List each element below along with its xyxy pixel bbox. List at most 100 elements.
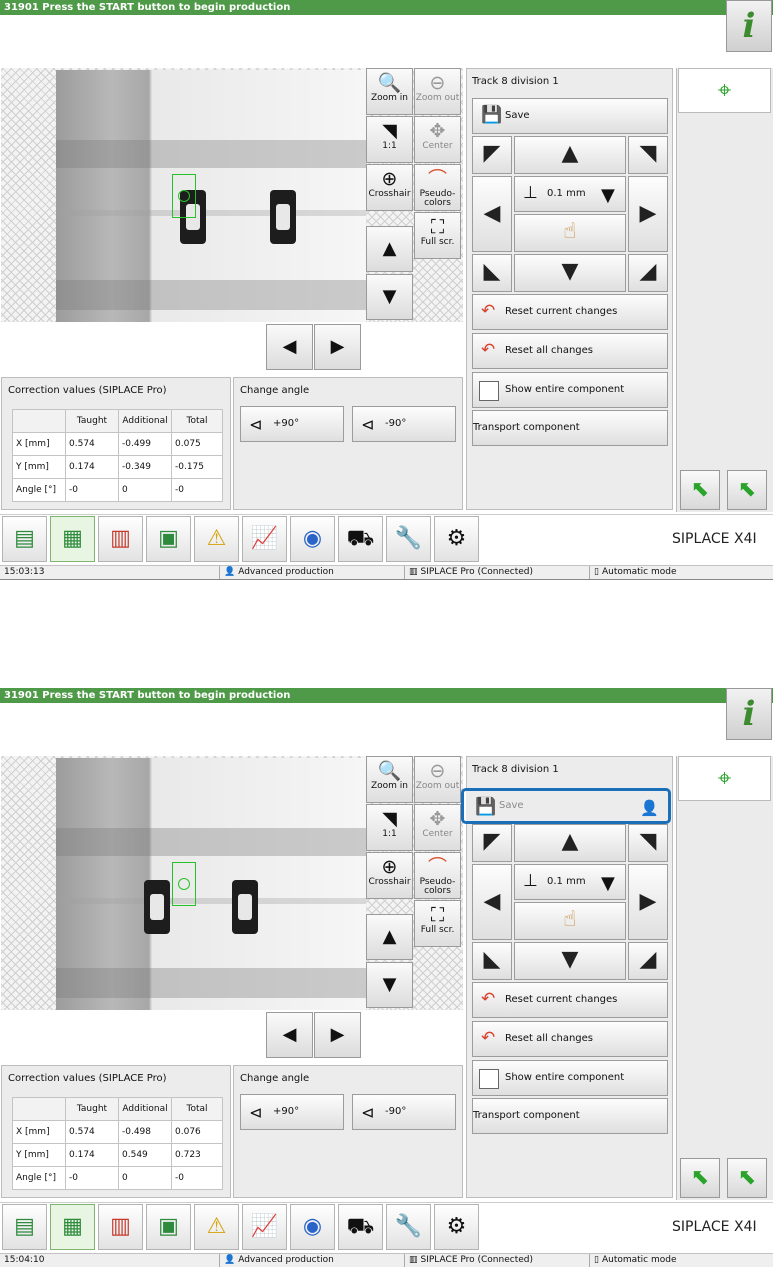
one-to-one-button[interactable]: ◥ 1:1 bbox=[366, 116, 413, 163]
rotate-minus-90-button[interactable]: ⊲ -90° bbox=[352, 1094, 456, 1130]
dock-statistics-button[interactable]: ▥ bbox=[98, 1204, 143, 1250]
dock-production-button[interactable]: ▤ bbox=[2, 1204, 47, 1250]
dock-settings-button[interactable]: ⚙ bbox=[434, 1204, 479, 1250]
pseudo-colors-button[interactable]: ⌒ Pseudo-colors bbox=[414, 164, 461, 211]
show-entire-component-toggle[interactable]: Show entire component bbox=[472, 372, 668, 408]
trend-chart-icon: 📈 bbox=[250, 1214, 279, 1239]
dock-feeder-button[interactable]: ⛟ bbox=[338, 516, 383, 562]
alignment-overlay[interactable] bbox=[172, 862, 196, 906]
correction-values-title: Correction values (SIPLACE Pro) bbox=[8, 385, 167, 396]
rotate-bottom-right-button[interactable]: ◢ bbox=[628, 254, 668, 292]
move-component-down-button[interactable]: ▼ bbox=[514, 254, 626, 292]
move-component-up-button[interactable]: ▲ bbox=[514, 824, 626, 862]
move-component-right-button[interactable]: ▶ bbox=[628, 864, 668, 940]
show-entire-component-toggle[interactable]: Show entire component bbox=[472, 1060, 668, 1096]
component-view-tab[interactable]: ⌖ bbox=[678, 68, 771, 113]
zoom-in-button[interactable]: 🔍 Zoom in bbox=[366, 756, 413, 803]
step-size-selector[interactable]: ⊥ 0.1 mm ▼ bbox=[514, 864, 626, 900]
move-component-right-button[interactable]: ▶ bbox=[628, 176, 668, 252]
center-button[interactable]: ✥ Center bbox=[414, 804, 461, 851]
rotate-bottom-left-button[interactable]: ◣ bbox=[472, 254, 512, 292]
move-right-button[interactable]: ▶ bbox=[314, 1012, 361, 1058]
rotate-bottom-left-button[interactable]: ◣ bbox=[472, 942, 512, 980]
save-button[interactable]: 💾 Save bbox=[472, 98, 668, 134]
reset-all-changes-button[interactable]: ↶ Reset all changes bbox=[472, 333, 668, 369]
full-screen-button[interactable]: ⛶ Full scr. bbox=[414, 900, 461, 947]
full-screen-icon: ⛶ bbox=[430, 904, 445, 926]
rotate-ccw-icon: ⊲ bbox=[249, 415, 263, 434]
rotate-top-right-button[interactable]: ◥ bbox=[628, 136, 668, 174]
dock-board-button[interactable]: ▣ bbox=[146, 1204, 191, 1250]
triangle-up-right-icon: ◣ bbox=[483, 259, 501, 284]
dock-trend-button[interactable]: 📈 bbox=[242, 1204, 287, 1250]
reset-current-changes-button[interactable]: ↶ Reset current changes bbox=[472, 294, 668, 330]
move-left-button[interactable]: ◀ bbox=[266, 324, 313, 370]
rotate-top-right-button[interactable]: ◥ bbox=[628, 824, 668, 862]
full-screen-button[interactable]: ⛶ Full scr. bbox=[414, 212, 461, 259]
dock-table-button[interactable]: ▦ bbox=[50, 516, 95, 562]
previous-page-button[interactable]: ⬉ bbox=[680, 1158, 720, 1198]
dock-settings-button[interactable]: ⚙ bbox=[434, 516, 479, 562]
move-component-down-button[interactable]: ▼ bbox=[514, 942, 626, 980]
dock-tools-button[interactable]: 🔧 bbox=[386, 516, 431, 562]
rainbow-icon: ⌒ bbox=[427, 168, 447, 190]
table-row: Angle [°] -0 0 -0 bbox=[12, 478, 223, 502]
move-right-x-icon: ▶ bbox=[639, 889, 657, 914]
crosshair-button[interactable]: ⊕ Crosshair bbox=[366, 164, 413, 211]
previous-all-button[interactable]: ⬉ bbox=[727, 1158, 767, 1198]
center-button[interactable]: ✥ Center bbox=[414, 116, 461, 163]
zoom-out-button[interactable]: ⊖ Zoom out bbox=[414, 756, 461, 803]
move-down-button[interactable]: ▼ bbox=[366, 274, 413, 320]
rotate-plus-90-button[interactable]: ⊲ +90° bbox=[240, 406, 344, 442]
info-button[interactable]: i bbox=[726, 688, 772, 740]
checkbox[interactable] bbox=[479, 1069, 499, 1089]
rotate-top-left-button[interactable]: ◤ bbox=[472, 824, 512, 862]
dock-production-button[interactable]: ▤ bbox=[2, 516, 47, 562]
zoom-out-button[interactable]: ⊖ Zoom out bbox=[414, 68, 461, 115]
move-component-left-button[interactable]: ◀ bbox=[472, 176, 512, 252]
info-button[interactable]: i bbox=[726, 0, 772, 52]
rotate-top-left-button[interactable]: ◤ bbox=[472, 136, 512, 174]
transport-component-button[interactable]: Transport component bbox=[472, 1098, 668, 1134]
dock-statistics-button[interactable]: ▥ bbox=[98, 516, 143, 562]
step-size-selector[interactable]: ⊥ 0.1 mm ▼ bbox=[514, 176, 626, 212]
rotate-minus-90-button[interactable]: ⊲ -90° bbox=[352, 406, 456, 442]
move-component-left-button[interactable]: ◀ bbox=[472, 864, 512, 940]
dock-trend-button[interactable]: 📈 bbox=[242, 516, 287, 562]
previous-all-button[interactable]: ⬉ bbox=[727, 470, 767, 510]
move-right-button[interactable]: ▶ bbox=[314, 324, 361, 370]
dock-table-button[interactable]: ▦ bbox=[50, 1204, 95, 1250]
zoom-in-button[interactable]: 🔍 Zoom in bbox=[366, 68, 413, 115]
move-up-button[interactable]: ▲ bbox=[366, 226, 413, 272]
alignment-overlay[interactable] bbox=[172, 174, 196, 218]
dock-feeder-button[interactable]: ⛟ bbox=[338, 1204, 383, 1250]
transport-component-button[interactable]: Transport component bbox=[472, 410, 668, 446]
pick-position-button[interactable]: ☝ bbox=[514, 214, 626, 252]
move-down-button[interactable]: ▼ bbox=[366, 962, 413, 1008]
dock-messages-button[interactable]: ⚠ bbox=[194, 1204, 239, 1250]
dock-messages-button[interactable]: ⚠ bbox=[194, 516, 239, 562]
previous-page-button[interactable]: ⬉ bbox=[680, 470, 720, 510]
rotate-plus-90-button[interactable]: ⊲ +90° bbox=[240, 1094, 344, 1130]
component-view-tab[interactable]: ⌖ bbox=[678, 756, 771, 801]
move-left-button[interactable]: ◀ bbox=[266, 1012, 313, 1058]
move-component-up-button[interactable]: ▲ bbox=[514, 136, 626, 174]
hand-pointer-icon: ☝ bbox=[563, 219, 577, 244]
reset-current-changes-button[interactable]: ↶ Reset current changes bbox=[472, 982, 668, 1018]
checkbox[interactable] bbox=[479, 381, 499, 401]
dock-vision-button[interactable]: ◉ bbox=[290, 516, 335, 562]
dock-tools-button[interactable]: 🔧 bbox=[386, 1204, 431, 1250]
dock-board-button[interactable]: ▣ bbox=[146, 516, 191, 562]
arrow-right-icon: ▶ bbox=[330, 336, 345, 357]
dock-vision-button[interactable]: ◉ bbox=[290, 1204, 335, 1250]
pick-position-button[interactable]: ☝ bbox=[514, 902, 626, 940]
crosshair-button[interactable]: ⊕ Crosshair bbox=[366, 852, 413, 899]
move-up-button[interactable]: ▲ bbox=[366, 914, 413, 960]
reset-all-changes-button[interactable]: ↶ Reset all changes bbox=[472, 1021, 668, 1057]
one-to-one-button[interactable]: ◥ 1:1 bbox=[366, 804, 413, 851]
pseudo-colors-button[interactable]: ⌒ Pseudo-colors bbox=[414, 852, 461, 899]
hand-gear-icon: ⚙ bbox=[446, 526, 467, 551]
rotate-bottom-right-button[interactable]: ◢ bbox=[628, 942, 668, 980]
dropdown-arrow-icon: ▼ bbox=[601, 873, 615, 894]
correction-values-title: Correction values (SIPLACE Pro) bbox=[8, 1073, 167, 1084]
